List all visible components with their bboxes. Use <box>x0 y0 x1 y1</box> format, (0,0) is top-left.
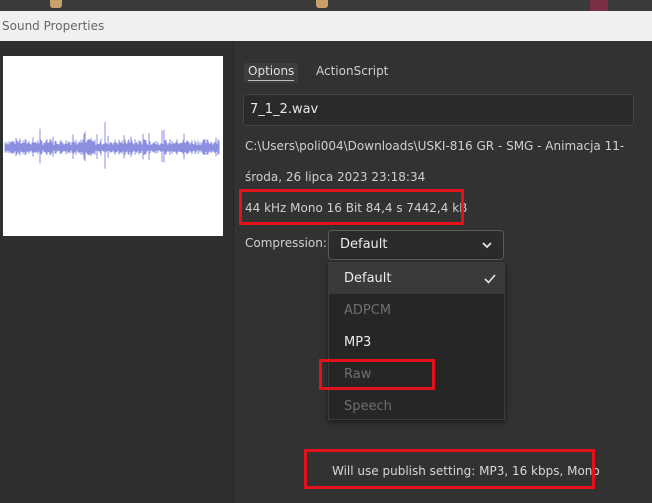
tab-options[interactable]: Options <box>244 63 299 83</box>
compression-dropdown-menu: Default ADPCM MP3 Raw Speech <box>328 262 505 420</box>
background-shape <box>50 0 62 8</box>
background-shape <box>590 0 608 11</box>
compression-select[interactable]: Default <box>328 230 504 260</box>
sound-path: C:\Users\poli004\Downloads\USKI-816 GR -… <box>245 139 625 153</box>
background-strip <box>0 0 652 11</box>
chevron-down-icon <box>481 231 493 259</box>
waveform-graphic <box>4 122 220 169</box>
menu-item-default[interactable]: Default <box>329 263 504 294</box>
sound-date: środa, 26 lipca 2023 23:18:34 <box>245 170 426 184</box>
compression-label: Compression: <box>245 236 327 250</box>
waveform-preview <box>3 56 223 236</box>
compression-selected-value: Default <box>340 237 388 252</box>
menu-item-adpcm: ADPCM <box>344 303 392 318</box>
window-title: Sound Properties <box>0 11 652 41</box>
background-shape <box>316 0 328 8</box>
highlight-box-format <box>239 189 464 225</box>
checkmark-icon <box>484 263 496 294</box>
waveform-path <box>4 122 220 169</box>
sound-name-field[interactable]: 7_1_2.wav <box>243 94 634 126</box>
menu-item-mp3[interactable]: MP3 <box>329 327 504 358</box>
menu-item-label: Default <box>344 271 392 286</box>
tab-actionscript[interactable]: ActionScript <box>312 63 392 83</box>
highlight-box-raw <box>319 359 435 390</box>
highlight-box-publish <box>304 449 595 489</box>
menu-item-speech: Speech <box>344 399 392 414</box>
